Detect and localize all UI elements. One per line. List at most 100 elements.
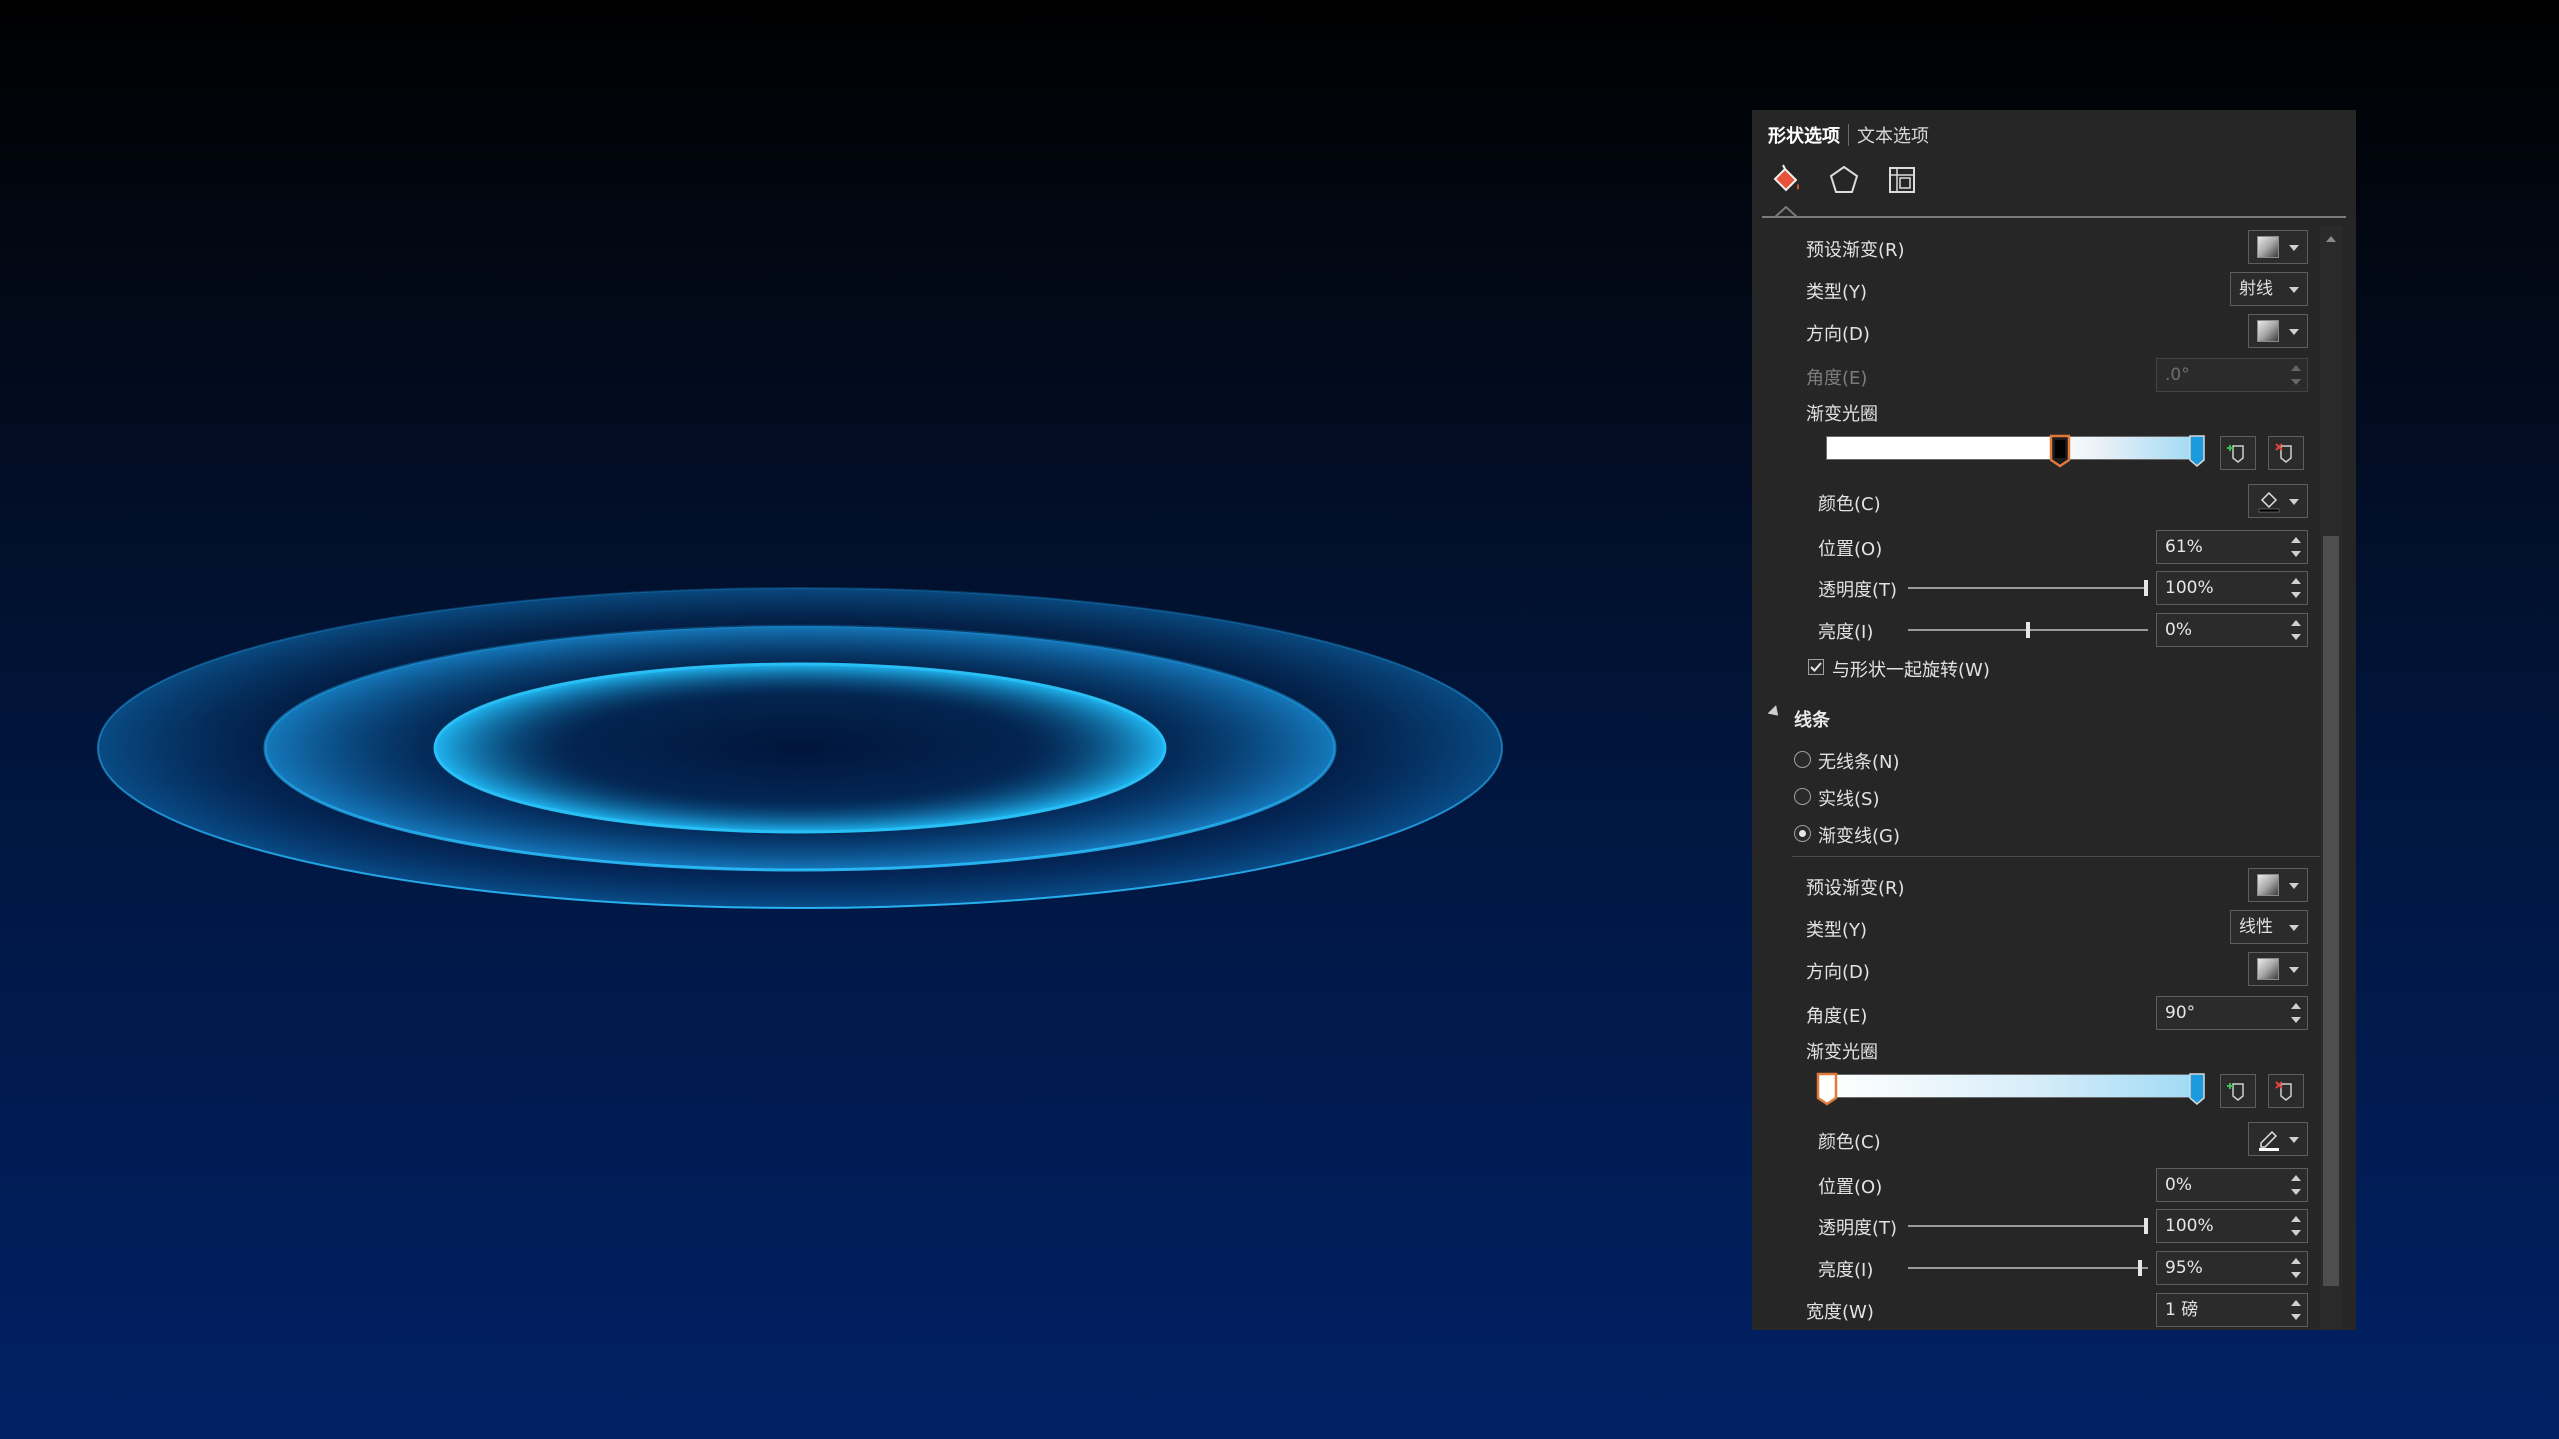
category-underline — [1762, 216, 2346, 218]
gradient-swatch-icon — [2257, 236, 2279, 258]
spin-down-icon[interactable] — [2291, 1017, 2301, 1023]
scroll-up-icon[interactable] — [2326, 236, 2336, 242]
fill-brightness-input[interactable]: 0% — [2156, 613, 2308, 647]
line-preset-gradient-dropdown[interactable] — [2248, 868, 2308, 902]
spin-down-icon[interactable] — [2291, 379, 2301, 385]
line-transparency-input[interactable]: 100% — [2156, 1209, 2308, 1243]
solid-line-radio[interactable] — [1794, 788, 1811, 805]
fill-gradient-stops-bar[interactable] — [1826, 436, 2198, 460]
line-gradient-stops-bar[interactable] — [1826, 1074, 2198, 1098]
add-stop-icon — [2227, 445, 2244, 463]
chevron-down-icon — [2289, 883, 2299, 889]
scrollbar-thumb[interactable] — [2323, 536, 2339, 1286]
line-transparency-thumb[interactable] — [2144, 1218, 2148, 1234]
fill-gradient-stop[interactable] — [2188, 434, 2206, 468]
section-collapse-icon[interactable] — [1767, 705, 1783, 720]
spin-down-icon[interactable] — [2291, 592, 2301, 598]
line-width-label: 宽度(W) — [1806, 1302, 1874, 1323]
fill-color-label: 颜色(C) — [1818, 494, 1881, 515]
fill-bucket-icon[interactable] — [1766, 160, 1806, 200]
spin-down-icon[interactable] — [2291, 1272, 2301, 1278]
line-direction-label: 方向(D) — [1806, 962, 1870, 983]
line-brightness-thumb[interactable] — [2138, 1260, 2142, 1276]
fill-direction-dropdown[interactable] — [2248, 314, 2308, 348]
tab-text-options[interactable]: 文本选项 — [1857, 122, 1929, 148]
solid-line-label: 实线(S) — [1818, 789, 1880, 810]
gradient-line-radio[interactable] — [1794, 825, 1811, 842]
line-preset-gradient-label: 预设渐变(R) — [1806, 878, 1905, 899]
spin-up-icon[interactable] — [2291, 620, 2301, 626]
spin-up-icon[interactable] — [2291, 537, 2301, 543]
line-transparency-value: 100% — [2165, 1216, 2214, 1236]
chevron-down-icon — [2289, 925, 2299, 931]
size-properties-icon[interactable] — [1882, 160, 1922, 200]
line-angle-label: 角度(E) — [1806, 1006, 1868, 1027]
line-gradient-stop-selected[interactable] — [1816, 1072, 1838, 1106]
line-width-value: 1 磅 — [2165, 1300, 2199, 1320]
format-shape-panel: 形状选项 文本选项 预设渐变(R) 类型(Y) 射线 方向(D) 角度(E) .… — [1752, 110, 2356, 1330]
fill-preset-gradient-dropdown[interactable] — [2248, 230, 2308, 264]
chevron-down-icon — [2289, 329, 2299, 335]
spin-down-icon[interactable] — [2291, 634, 2301, 640]
line-direction-dropdown[interactable] — [2248, 952, 2308, 986]
line-position-value: 0% — [2165, 1175, 2192, 1195]
line-brightness-slider[interactable] — [1908, 1267, 2148, 1269]
line-color-label: 颜色(C) — [1818, 1132, 1881, 1153]
line-position-input[interactable]: 0% — [2156, 1168, 2308, 1202]
fill-transparency-label: 透明度(T) — [1818, 580, 1898, 601]
fill-position-input[interactable]: 61% — [2156, 530, 2308, 564]
line-type-select[interactable]: 线性 — [2230, 910, 2308, 944]
fill-type-label: 类型(Y) — [1806, 282, 1868, 303]
spin-down-icon[interactable] — [2291, 1230, 2301, 1236]
line-brightness-input[interactable]: 95% — [2156, 1251, 2308, 1285]
line-type-label: 类型(Y) — [1806, 920, 1868, 941]
category-icons — [1766, 158, 1922, 202]
line-brightness-value: 95% — [2165, 1258, 2203, 1278]
fill-angle-input[interactable]: .0° — [2156, 358, 2308, 392]
spin-up-icon[interactable] — [2291, 578, 2301, 584]
add-gradient-stop-button[interactable] — [2220, 436, 2256, 470]
spin-down-icon[interactable] — [2291, 551, 2301, 557]
rotate-with-shape-checkbox[interactable] — [1808, 659, 1824, 675]
add-gradient-stop-button[interactable] — [2220, 1074, 2256, 1108]
remove-gradient-stop-button[interactable] — [2268, 436, 2304, 470]
gradient-line-label: 渐变线(G) — [1818, 826, 1900, 847]
remove-stop-icon — [2275, 443, 2292, 463]
fill-gradient-stop-selected[interactable] — [2049, 434, 2071, 468]
spin-up-icon[interactable] — [2291, 1175, 2301, 1181]
fill-type-select[interactable]: 射线 — [2230, 272, 2308, 306]
fill-color-picker[interactable] — [2248, 484, 2308, 518]
spin-up-icon[interactable] — [2291, 1216, 2301, 1222]
pentagon-icon[interactable] — [1824, 160, 1864, 200]
gradient-swatch-icon — [2257, 320, 2279, 342]
panel-tabs: 形状选项 文本选项 — [1768, 120, 1929, 150]
fill-gradient-stops-label: 渐变光圈 — [1806, 404, 1878, 425]
fill-transparency-slider[interactable] — [1908, 587, 2148, 589]
line-transparency-slider[interactable] — [1908, 1225, 2148, 1227]
chevron-down-icon — [2289, 499, 2299, 505]
fill-brightness-thumb[interactable] — [2026, 622, 2030, 638]
spin-up-icon[interactable] — [2291, 1300, 2301, 1306]
line-section-title[interactable]: 线条 — [1794, 706, 1830, 732]
line-position-label: 位置(O) — [1818, 1177, 1883, 1198]
inner-ring[interactable] — [433, 662, 1167, 834]
tab-separator — [1848, 124, 1849, 146]
fill-transparency-thumb[interactable] — [2144, 580, 2148, 596]
line-angle-input[interactable]: 90° — [2156, 996, 2308, 1030]
tab-shape-options[interactable]: 形状选项 — [1768, 122, 1840, 148]
spin-down-icon[interactable] — [2291, 1189, 2301, 1195]
line-width-input[interactable]: 1 磅 — [2156, 1293, 2308, 1327]
spin-up-icon[interactable] — [2291, 365, 2301, 371]
line-gradient-stop[interactable] — [2188, 1072, 2206, 1106]
line-type-value: 线性 — [2239, 917, 2273, 937]
no-line-radio[interactable] — [1794, 751, 1811, 768]
paint-bucket-icon — [2258, 491, 2280, 513]
line-color-picker[interactable] — [2248, 1122, 2308, 1156]
remove-gradient-stop-button[interactable] — [2268, 1074, 2304, 1108]
chevron-down-icon — [2289, 1137, 2299, 1143]
spin-down-icon[interactable] — [2291, 1314, 2301, 1320]
spin-up-icon[interactable] — [2291, 1258, 2301, 1264]
fill-transparency-input[interactable]: 100% — [2156, 571, 2308, 605]
panel-scrollbar[interactable] — [2320, 226, 2342, 1330]
spin-up-icon[interactable] — [2291, 1003, 2301, 1009]
